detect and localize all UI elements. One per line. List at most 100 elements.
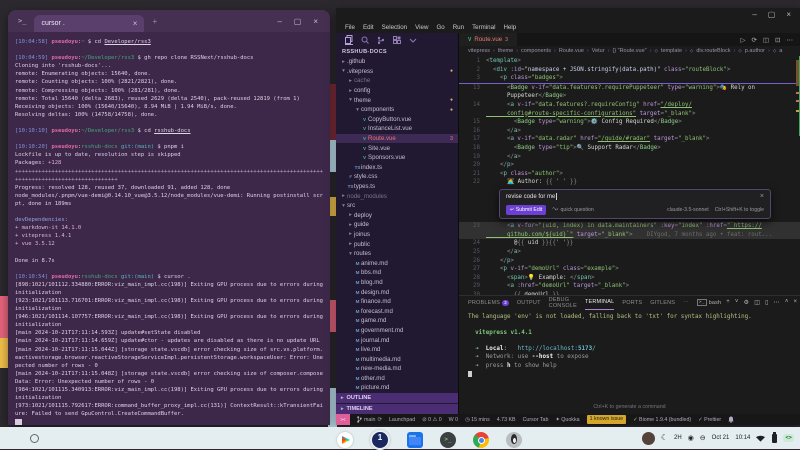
code-line[interactable]: 15 <Badge type="warning">⚙️ Config Requi… — [459, 118, 800, 127]
model-label[interactable]: claude-3.5-sonnet — [667, 206, 709, 215]
code-app-badge[interactable]: <> — [783, 434, 794, 442]
code-line[interactable]: 18 <Badge type="tip">🔍 Support Radar</Ba… — [459, 144, 800, 153]
inline-ai-widget[interactable]: revise code for me×↵ Submit Edit^↵ quick… — [499, 189, 771, 219]
status-check-item[interactable]: ✓ Biome 1.9.4 (bundled) — [633, 417, 691, 423]
panel-tab-output[interactable]: OUTPUT — [517, 296, 541, 309]
tree-item-finance.md[interactable]: Mfinance.md — [336, 297, 458, 307]
breadcrumb-item[interactable]: theme — [498, 48, 513, 54]
menu-edit[interactable]: Edit — [359, 24, 378, 31]
maximize-button[interactable]: ▢ — [768, 10, 776, 19]
chevron-down-icon[interactable] — [409, 36, 417, 45]
tree-item-Sponsors.vue[interactable]: VSponsors.vue — [336, 153, 458, 163]
tree-item-Site.vue[interactable]: VSite.vue — [336, 143, 458, 153]
split-terminal-icon[interactable]: ◫ — [754, 299, 760, 306]
tree-item-government.md[interactable]: Mgovernment.md — [336, 326, 458, 336]
breadcrumb-item[interactable]: div.routeBlock — [696, 48, 730, 54]
source-control-icon[interactable] — [377, 36, 385, 45]
status-item[interactable]: ⊘ 0 ⚠ 0 — [422, 417, 442, 423]
trash-icon[interactable]: ▯ — [765, 299, 769, 306]
code-line[interactable]: 14 <a v-if="data.features?.requireConfig… — [459, 101, 800, 110]
code-line[interactable]: config#route-specific-configurations" ta… — [459, 110, 800, 119]
code-line[interactable]: 26 </p> — [459, 257, 800, 266]
tree-item-theme[interactable]: ▾theme● — [336, 95, 458, 105]
code-line[interactable]: 16 </a> — [459, 127, 800, 136]
close-panel-icon[interactable]: × — [794, 299, 798, 306]
tree-item-forecast.md[interactable]: Mforecast.md — [336, 306, 458, 316]
menu-run[interactable]: Run — [449, 24, 468, 31]
tree-item-cache[interactable]: ▸cache — [336, 76, 458, 86]
minimize-button[interactable]: – — [277, 17, 281, 26]
breadcrumb-item[interactable]: {} "Route.vue" — [612, 48, 646, 54]
code-line[interactable]: 28 <span>💡 Example: </span> — [459, 274, 800, 283]
play-store-icon[interactable] — [337, 432, 353, 448]
code-line[interactable]: 25 </a> — [459, 248, 800, 257]
code-line[interactable]: 3 <p class="badges"> — [459, 74, 800, 83]
tree-item-bbs.md[interactable]: Mbbs.md — [336, 268, 458, 278]
terminal-icon[interactable] — [440, 432, 456, 448]
code-line[interactable]: 1<template> — [459, 57, 800, 66]
code-line[interactable]: github.com/${uid}`" target="_blank"> DIY… — [459, 231, 800, 240]
ai-input[interactable]: revise code for me — [506, 193, 557, 202]
tree-item-game.md[interactable]: Mgame.md — [336, 316, 458, 326]
terminal-titlebar[interactable]: >_ cursor . × + –▢× — [8, 10, 330, 32]
known-issue-chip[interactable]: 1 known issue — [587, 415, 627, 424]
tree-item-other.md[interactable]: Mother.md — [336, 374, 458, 384]
tree-item-InstanceList.vue[interactable]: VInstanceList.vue — [336, 124, 458, 134]
tree-item-index.ts[interactable]: TSindex.ts — [336, 163, 458, 173]
search-icon[interactable] — [361, 36, 369, 45]
breadcrumb-item[interactable]: Route.vue — [559, 48, 584, 54]
tree-item-.vitepress[interactable]: ▾.vitepress● — [336, 67, 458, 77]
code-line[interactable]: 23 <a v-for="(uid, index) in data.mainta… — [459, 222, 800, 231]
code-line[interactable]: 30 {{ demoUrl }} — [459, 291, 800, 295]
code-line[interactable]: 21 <p class="author"> — [459, 170, 800, 179]
code-line[interactable]: 13 <Badge v-if="data.features?.requirePu… — [459, 83, 800, 93]
tree-item-types.ts[interactable]: TStypes.ts — [336, 182, 458, 192]
panel-tab-ports[interactable]: PORTS — [622, 296, 642, 309]
tree-item-multimedia.md[interactable]: Mmultimedia.md — [336, 354, 458, 364]
git-branch-item[interactable]: main ⟳ — [357, 416, 382, 423]
launcher-button[interactable] — [30, 434, 39, 443]
menu-terminal[interactable]: Terminal — [468, 24, 499, 31]
minimize-button[interactable]: – — [752, 10, 756, 19]
status-check-item[interactable]: ✓ Prettier — [698, 417, 721, 423]
remote-indicator[interactable]: >< — [336, 414, 350, 425]
tree-item-deploy[interactable]: ▸deploy — [336, 211, 458, 221]
tree-item-Route.vue[interactable]: VRoute.vue3 — [336, 134, 458, 144]
tree-item-style.css[interactable]: #style.css — [336, 172, 458, 182]
tree-item-.github[interactable]: ▸.github — [336, 57, 458, 67]
maximize-button[interactable]: ▢ — [294, 17, 302, 26]
tree-item-joinus[interactable]: ▸joinus — [336, 230, 458, 240]
status-item[interactable]: Cursor Tab — [523, 417, 549, 423]
tree-item-node_modules[interactable]: ▸node_modules — [336, 191, 458, 201]
back-icon[interactable]: ⟳ — [751, 36, 756, 44]
tree-item-routes[interactable]: ▾routes — [336, 249, 458, 259]
shell-selector[interactable]: >_bash — [697, 299, 721, 306]
panel-tab-gitlens[interactable]: GITLENS — [650, 296, 675, 309]
avatar[interactable] — [642, 432, 655, 445]
tab-close-icon[interactable]: × — [133, 19, 138, 28]
system-tray[interactable]: ☾ 2H ◉ ⊖ Oct 21 10:14 <> — [642, 432, 800, 445]
code-line[interactable]: 22 🧑‍💻 Author: {{ ' ' }} — [459, 178, 800, 187]
tree-item-config[interactable]: ▸config — [336, 86, 458, 96]
breadcrumb-item[interactable]: components — [521, 48, 551, 54]
tree-item-design.md[interactable]: Mdesign.md — [336, 287, 458, 297]
submit-edit-button[interactable]: ↵ Submit Edit — [506, 205, 546, 216]
code-line[interactable]: 17 <a v-if="data.radar" href="/guide/#ra… — [459, 135, 800, 144]
1password-icon[interactable] — [370, 430, 390, 450]
tab-route-vue[interactable]: V Route.vue 3 — [459, 33, 517, 46]
quick-question-button[interactable]: ^↵ quick question — [552, 206, 593, 215]
tree-item-journal.md[interactable]: Mjournal.md — [336, 335, 458, 345]
explorer-icon[interactable] — [345, 35, 353, 45]
code-line[interactable]: 24 @{{ uid }}{{' '}} — [459, 239, 800, 248]
panel-tab-terminal[interactable]: TERMINAL — [585, 296, 614, 310]
code-line[interactable]: 2 <div :id="namespace + JSON.stringify(d… — [459, 66, 800, 75]
chevron-up-icon[interactable]: ˄ — [785, 299, 789, 306]
menu-view[interactable]: View — [411, 24, 432, 31]
panel-tab-problems[interactable]: PROBLEMS3 — [468, 296, 509, 309]
code-line[interactable]: 29 <a :href="demoUrl" target="_blank"> — [459, 282, 800, 291]
panel-tab-debug-console[interactable]: DEBUG CONSOLE — [549, 296, 577, 309]
tree-item-public[interactable]: ▸public — [336, 239, 458, 249]
tree-item-components[interactable]: ▾components● — [336, 105, 458, 115]
tree-item-CopyButton.vue[interactable]: VCopyButton.vue — [336, 115, 458, 125]
status-item[interactable]: 4.73 KB — [497, 417, 516, 423]
